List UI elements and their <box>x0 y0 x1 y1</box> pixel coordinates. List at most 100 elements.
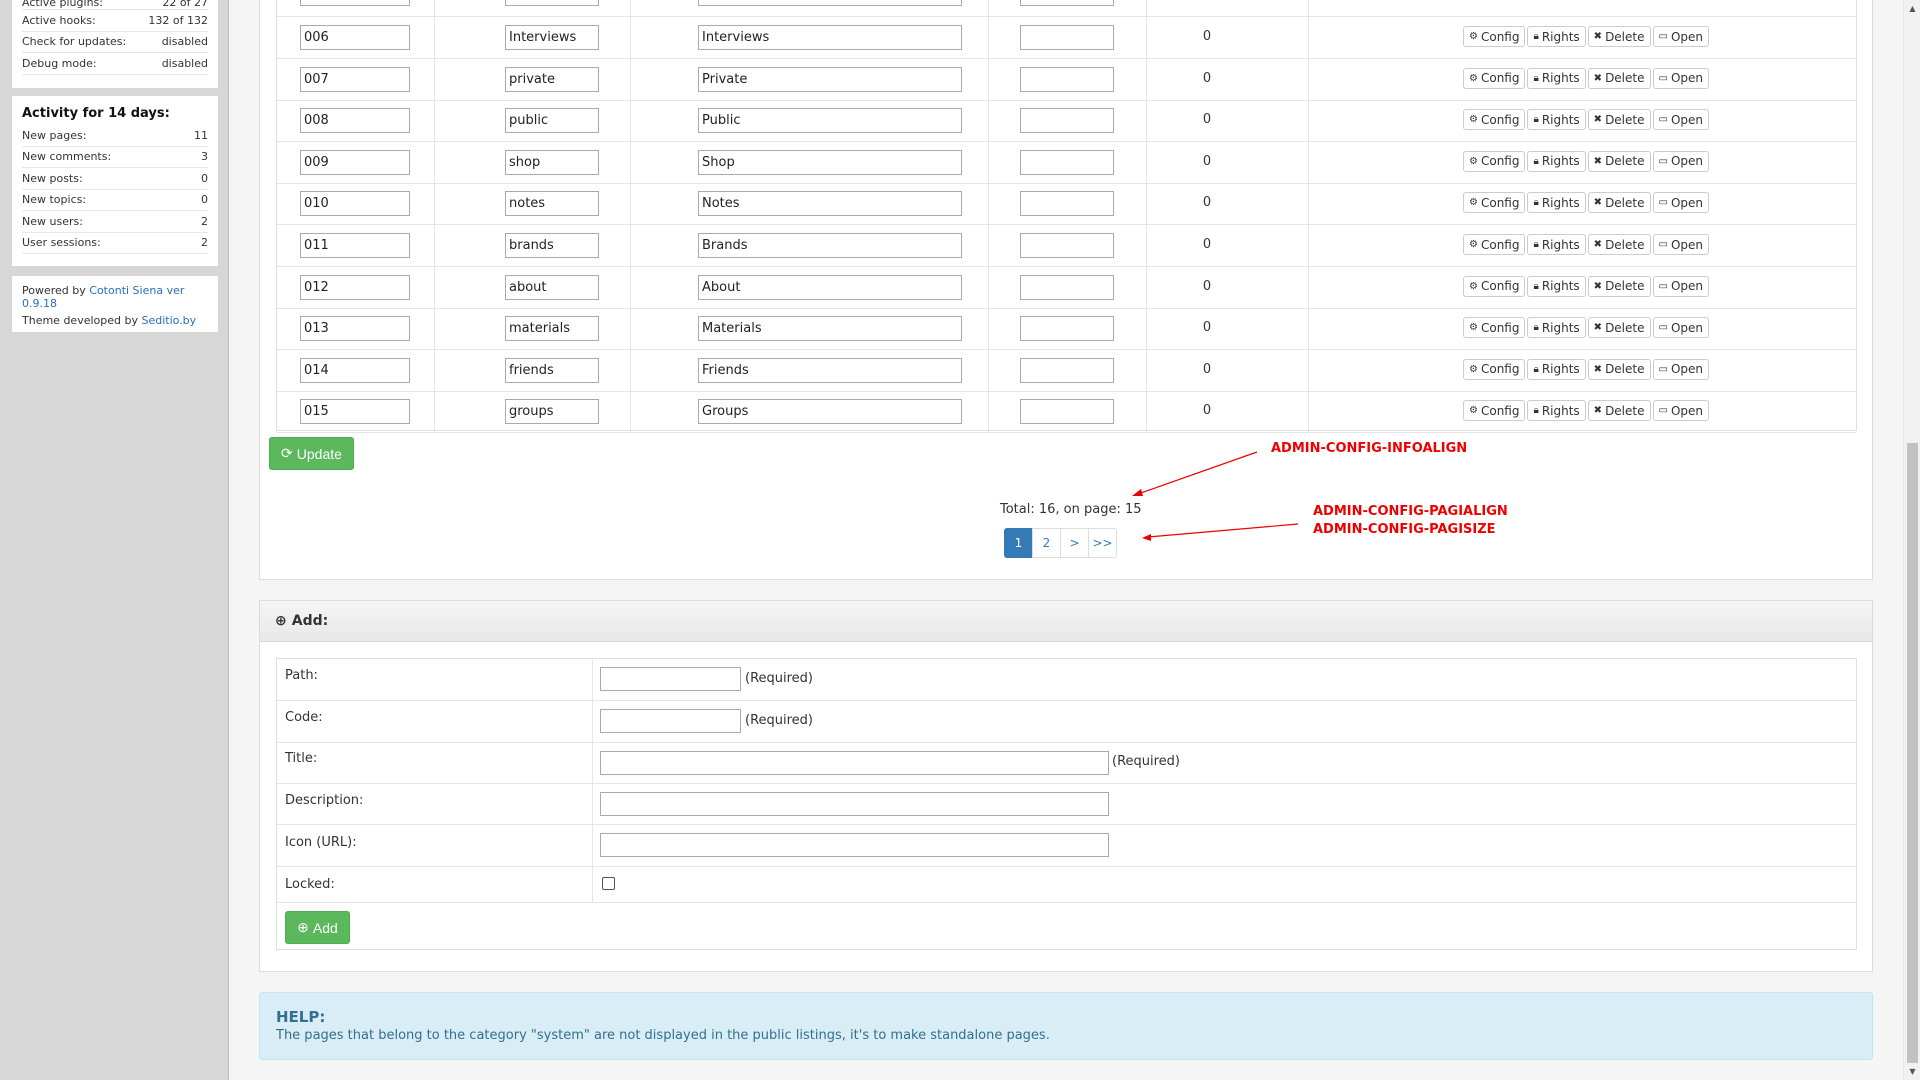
partial-row-input[interactable] <box>300 0 410 6</box>
path-field[interactable] <box>300 149 410 175</box>
delete-button[interactable]: ✖ Delete <box>1587 358 1651 380</box>
code-field[interactable] <box>505 66 599 92</box>
title-field[interactable] <box>698 25 962 50</box>
delete-button[interactable]: ✖ Delete <box>1587 26 1651 47</box>
update-button[interactable]: ⟳ Update <box>269 437 354 470</box>
title-field[interactable] <box>698 399 962 425</box>
code-field[interactable] <box>505 357 599 383</box>
open-button[interactable]: ▭ Open <box>1652 358 1710 380</box>
page-scrollbar[interactable]: ▲ ▼ <box>1903 0 1920 1080</box>
order-field[interactable] <box>1020 357 1114 383</box>
delete-button[interactable]: ✖ Delete <box>1587 234 1651 255</box>
code-field[interactable] <box>505 191 599 217</box>
code-field[interactable] <box>505 316 599 342</box>
delete-button[interactable]: ✖ Delete <box>1587 317 1651 339</box>
delete-button[interactable]: ✖ Delete <box>1587 275 1651 297</box>
path-field[interactable] <box>300 357 410 383</box>
page-1-link[interactable]: 1 <box>1004 528 1033 558</box>
path-field[interactable] <box>300 233 410 258</box>
title-field[interactable] <box>698 108 962 134</box>
delete-button[interactable]: ✖ Delete <box>1587 192 1651 214</box>
title-field[interactable] <box>698 149 962 175</box>
path-input[interactable] <box>600 667 741 691</box>
delete-button[interactable]: ✖ Delete <box>1587 109 1651 131</box>
locked-checkbox[interactable] <box>602 877 615 890</box>
delete-button[interactable]: ✖ Delete <box>1587 400 1651 422</box>
code-field[interactable] <box>505 149 599 175</box>
order-field[interactable] <box>1020 191 1114 217</box>
open-button[interactable]: ▭ Open <box>1652 400 1710 422</box>
open-button[interactable]: ▭ Open <box>1652 275 1710 297</box>
open-button[interactable]: ▭ Open <box>1652 109 1710 131</box>
path-field[interactable] <box>300 25 410 50</box>
order-field[interactable] <box>1020 66 1114 92</box>
scroll-up-arrow-icon[interactable]: ▲ <box>1904 0 1920 17</box>
title-field[interactable] <box>698 274 962 300</box>
config-button[interactable]: ⚙ Config <box>1463 26 1526 47</box>
open-button[interactable]: ▭ Open <box>1652 67 1710 89</box>
order-field[interactable] <box>1020 316 1114 342</box>
path-field[interactable] <box>300 316 410 342</box>
open-button[interactable]: ▭ Open <box>1652 26 1710 47</box>
add-button[interactable]: ⊕ Add <box>285 911 350 944</box>
code-field[interactable] <box>505 108 599 134</box>
partial-row-input[interactable] <box>1020 0 1114 6</box>
order-field[interactable] <box>1020 149 1114 175</box>
rights-button[interactable]: 🔒︎ Rights <box>1527 400 1586 422</box>
rights-button[interactable]: 🔒︎ Rights <box>1527 317 1586 339</box>
config-button[interactable]: ⚙ Config <box>1463 150 1526 172</box>
open-button[interactable]: ▭ Open <box>1652 234 1710 255</box>
order-field[interactable] <box>1020 233 1114 258</box>
next-page-link[interactable]: > <box>1060 528 1089 558</box>
config-button[interactable]: ⚙ Config <box>1463 358 1526 380</box>
rights-button[interactable]: 🔒︎ Rights <box>1527 234 1586 255</box>
seditio-link[interactable]: Seditio.by <box>141 314 196 327</box>
code-input[interactable] <box>600 709 741 733</box>
delete-button[interactable]: ✖ Delete <box>1587 67 1651 89</box>
order-field[interactable] <box>1020 25 1114 50</box>
open-button[interactable]: ▭ Open <box>1652 150 1710 172</box>
last-page-link[interactable]: >> <box>1088 528 1117 558</box>
config-button[interactable]: ⚙ Config <box>1463 67 1526 89</box>
path-field[interactable] <box>300 108 410 134</box>
code-field[interactable] <box>505 233 599 258</box>
page-2-link[interactable]: 2 <box>1032 528 1061 558</box>
title-field[interactable] <box>698 66 962 92</box>
config-button[interactable]: ⚙ Config <box>1463 234 1526 255</box>
config-button[interactable]: ⚙ Config <box>1463 317 1526 339</box>
path-field[interactable] <box>300 274 410 300</box>
title-field[interactable] <box>698 233 962 258</box>
config-button[interactable]: ⚙ Config <box>1463 275 1526 297</box>
config-button[interactable]: ⚙ Config <box>1463 192 1526 214</box>
description-input[interactable] <box>600 792 1109 816</box>
code-field[interactable] <box>505 399 599 425</box>
title-input[interactable] <box>600 751 1109 775</box>
rights-button[interactable]: 🔒︎ Rights <box>1527 26 1586 47</box>
title-field[interactable] <box>698 191 962 217</box>
partial-row-input[interactable] <box>698 0 962 6</box>
delete-button[interactable]: ✖ Delete <box>1587 150 1651 172</box>
path-field[interactable] <box>300 191 410 217</box>
order-field[interactable] <box>1020 108 1114 134</box>
icon-url-input[interactable] <box>600 833 1109 857</box>
code-field[interactable] <box>505 274 599 300</box>
rights-button[interactable]: 🔒︎ Rights <box>1527 358 1586 380</box>
rights-button[interactable]: 🔒︎ Rights <box>1527 109 1586 131</box>
order-field[interactable] <box>1020 399 1114 425</box>
rights-button[interactable]: 🔒︎ Rights <box>1527 192 1586 214</box>
rights-button[interactable]: 🔒︎ Rights <box>1527 150 1586 172</box>
open-button[interactable]: ▭ Open <box>1652 317 1710 339</box>
path-field[interactable] <box>300 66 410 92</box>
rights-button[interactable]: 🔒︎ Rights <box>1527 275 1586 297</box>
partial-row-input[interactable] <box>505 0 599 6</box>
config-button[interactable]: ⚙ Config <box>1463 400 1526 422</box>
order-field[interactable] <box>1020 274 1114 300</box>
scroll-down-arrow-icon[interactable]: ▼ <box>1904 1063 1920 1080</box>
open-button[interactable]: ▭ Open <box>1652 192 1710 214</box>
rights-button[interactable]: 🔒︎ Rights <box>1527 67 1586 89</box>
title-field[interactable] <box>698 357 962 383</box>
code-field[interactable] <box>505 25 599 50</box>
config-button[interactable]: ⚙ Config <box>1463 109 1526 131</box>
title-field[interactable] <box>698 316 962 342</box>
scrollbar-thumb[interactable] <box>1907 443 1918 1063</box>
